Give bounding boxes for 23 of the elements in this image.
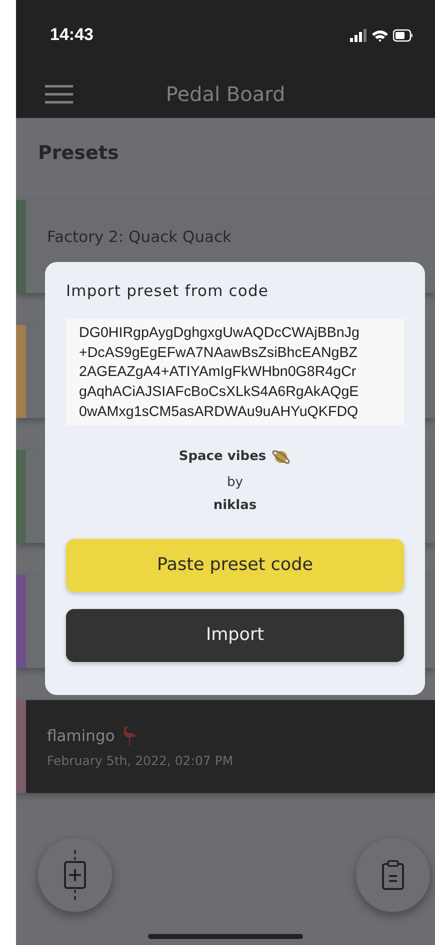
code-line: +DcAS9gEgEFwA7NAawBsZsiBhcEANgBZ bbox=[79, 344, 358, 363]
menu-icon[interactable] bbox=[45, 84, 73, 104]
app-title: Pedal Board bbox=[164, 82, 286, 106]
preset-name: Factory 2: Quack Quack bbox=[47, 228, 232, 246]
clipboard-icon bbox=[381, 860, 405, 890]
paste-button[interactable]: Paste preset code bbox=[66, 538, 404, 592]
import-button[interactable]: Import bbox=[66, 608, 404, 662]
code-line: gAqhACiAJSIAFcBoCsXLkS4A6RgAkAQgE bbox=[79, 383, 360, 402]
section-title: Presets bbox=[37, 141, 120, 166]
battery-icon bbox=[393, 28, 413, 42]
signal-icon bbox=[350, 28, 367, 42]
code-line: 0wAMxg1sCM5asARDWAu9uAHYuQKFDQ bbox=[79, 402, 360, 422]
preset-title: Space vibes bbox=[178, 449, 266, 464]
add-box-icon bbox=[63, 850, 87, 900]
code-line: 2AGEAZgA4+ATIYAmIgFkWHbn0G8R4gCr bbox=[79, 363, 358, 382]
status-time: 14:43 bbox=[50, 25, 94, 45]
preset-name: flamingo bbox=[47, 727, 115, 745]
code-line: DG0HIRgpAygDghgxgUwAQDcCWAjBBnJg bbox=[79, 324, 360, 343]
by-label: by bbox=[227, 474, 243, 490]
preset-card[interactable]: flamingo February 5th, 2022, 02:07 PM bbox=[16, 700, 435, 793]
wifi-icon bbox=[372, 28, 388, 42]
author-name: niklas bbox=[213, 498, 257, 513]
preset-date: February 5th, 2022, 02:07 PM bbox=[47, 753, 234, 768]
